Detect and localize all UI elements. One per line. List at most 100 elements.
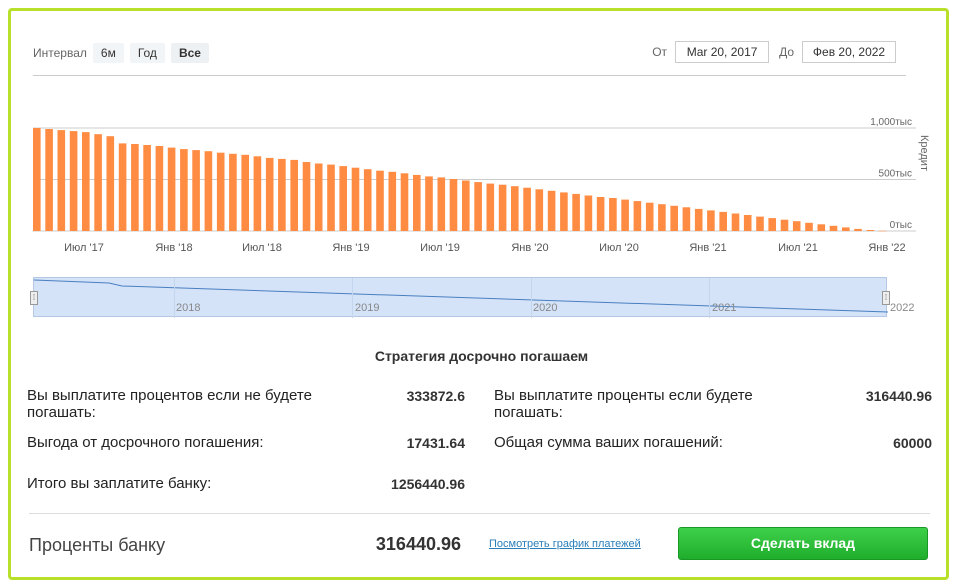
chart-bar[interactable]	[82, 132, 90, 231]
chart-bar[interactable]	[253, 156, 262, 231]
navigator-tick	[709, 278, 710, 318]
chart-bar[interactable]	[658, 204, 666, 231]
chart-bar[interactable]	[45, 129, 53, 231]
chart-bar[interactable]	[106, 136, 115, 231]
navigator-year: 2020	[533, 302, 558, 314]
chart-bar[interactable]	[216, 152, 225, 231]
chart-bar[interactable]	[609, 198, 617, 231]
interval-label: Интервал	[33, 46, 87, 60]
chart-bar[interactable]	[278, 158, 286, 231]
to-label: До	[779, 45, 794, 59]
chart-bar[interactable]	[523, 187, 531, 231]
chart-bar[interactable]	[854, 228, 862, 231]
chart-bar[interactable]	[339, 166, 347, 231]
interest-no-prepay-label: Вы выплатите процентов если не будете по…	[27, 387, 312, 421]
navigator-year: 2021	[712, 302, 737, 314]
chart-bar[interactable]	[69, 131, 78, 231]
chart-bar[interactable]	[817, 224, 826, 231]
chart-bar[interactable]	[805, 222, 813, 231]
chart-bar[interactable]	[302, 162, 311, 231]
chart-bar[interactable]	[780, 219, 789, 231]
strategy-title: Стратегия досрочно погашаем	[374, 348, 589, 364]
range-navigator[interactable]: 2018 2019 2020 2021 2022 ⁞ ⁞	[30, 277, 914, 318]
y-axis-label: Кредит	[918, 135, 930, 171]
chart-bar[interactable]	[229, 153, 237, 232]
interval-all-button[interactable]: Все	[170, 43, 209, 63]
navigator-tick	[174, 278, 175, 318]
payments-sum-value: 60000	[893, 435, 932, 451]
chart-bar[interactable]	[180, 149, 188, 231]
chart-bar[interactable]	[290, 159, 298, 231]
from-label: От	[652, 45, 668, 59]
navigator-right-handle[interactable]: ⁞	[882, 291, 890, 305]
chart-bar[interactable]	[878, 230, 887, 232]
interval-year-button[interactable]: Год	[129, 43, 165, 63]
make-deposit-button[interactable]: Сделать вклад	[678, 527, 928, 560]
chart-bar[interactable]	[756, 216, 764, 231]
chart-bar[interactable]	[118, 143, 127, 231]
chart-bar[interactable]	[265, 157, 274, 231]
chart-bar[interactable]	[572, 193, 580, 231]
chart-bar[interactable]	[437, 177, 446, 231]
interval-6m-button[interactable]: 6м	[92, 43, 124, 63]
chart-bar[interactable]	[596, 197, 605, 231]
chart-bar[interactable]	[633, 201, 642, 231]
chart-bar[interactable]	[645, 202, 654, 231]
chart-bar[interactable]	[621, 199, 629, 231]
chart-bar[interactable]	[498, 184, 507, 231]
y-tick-label: 0тыс	[890, 220, 912, 231]
chart-bar[interactable]	[363, 169, 372, 231]
chart-bar[interactable]	[462, 180, 470, 232]
payment-schedule-link[interactable]: Посмотреть график платежей	[489, 538, 641, 550]
chart-bar[interactable]	[694, 208, 703, 231]
chart-bar[interactable]	[167, 147, 176, 231]
chart-bar[interactable]	[731, 213, 740, 232]
benefit-value: 17431.64	[406, 435, 465, 451]
chart-bar[interactable]	[829, 225, 838, 231]
chart-bar[interactable]	[425, 176, 433, 231]
to-date-input[interactable]: Фев 20, 2022	[802, 41, 896, 63]
chart-bar[interactable]	[400, 173, 409, 231]
navigator-year: 2022	[890, 302, 915, 314]
chart-bar[interactable]	[143, 145, 151, 231]
chart-bar[interactable]	[388, 171, 397, 231]
chart-bar[interactable]	[327, 164, 335, 231]
chart-bar[interactable]	[535, 189, 544, 231]
chart-bar[interactable]	[866, 230, 875, 231]
chart-bar[interactable]	[474, 182, 482, 231]
chart-bar[interactable]	[314, 163, 323, 232]
x-tick-label: Янв '18	[155, 242, 192, 254]
chart-bar[interactable]	[719, 211, 727, 231]
chart-bar[interactable]	[486, 183, 495, 231]
navigator-tick	[352, 278, 353, 318]
chart-bar[interactable]	[682, 207, 691, 231]
chart-bar[interactable]	[131, 144, 139, 231]
chart-bar[interactable]	[584, 195, 593, 232]
chart-bar[interactable]	[511, 186, 519, 231]
chart-bar[interactable]	[449, 179, 458, 231]
chart-bar[interactable]	[57, 130, 66, 231]
interest-no-prepay-value: 333872.6	[406, 388, 465, 404]
chart-bar[interactable]	[743, 215, 752, 231]
chart-bar[interactable]	[376, 170, 384, 231]
total-value: 1256440.96	[391, 476, 465, 492]
chart-bar[interactable]	[413, 174, 421, 231]
chart-bar[interactable]	[192, 150, 200, 231]
chart-bar[interactable]	[33, 128, 41, 231]
chart-bar[interactable]	[204, 151, 213, 231]
chart-bar[interactable]	[155, 146, 164, 231]
interval-selector: Интервал 6м Год Все	[33, 43, 215, 63]
from-date-input[interactable]: Mar 20, 2017	[675, 41, 770, 63]
chart-bar[interactable]	[560, 192, 568, 231]
chart-bar[interactable]	[842, 227, 850, 231]
chart-bar[interactable]	[241, 154, 249, 231]
navigator-left-handle[interactable]: ⁞	[30, 291, 38, 305]
chart-bar[interactable]	[768, 218, 776, 231]
chart-bar[interactable]	[792, 221, 801, 231]
chart-bar[interactable]	[707, 210, 715, 231]
chart-bar[interactable]	[547, 190, 556, 231]
x-tick-label: Янв '20	[511, 242, 548, 254]
chart-bar[interactable]	[351, 167, 360, 231]
chart-bar[interactable]	[94, 134, 102, 231]
chart-bar[interactable]	[670, 205, 678, 231]
